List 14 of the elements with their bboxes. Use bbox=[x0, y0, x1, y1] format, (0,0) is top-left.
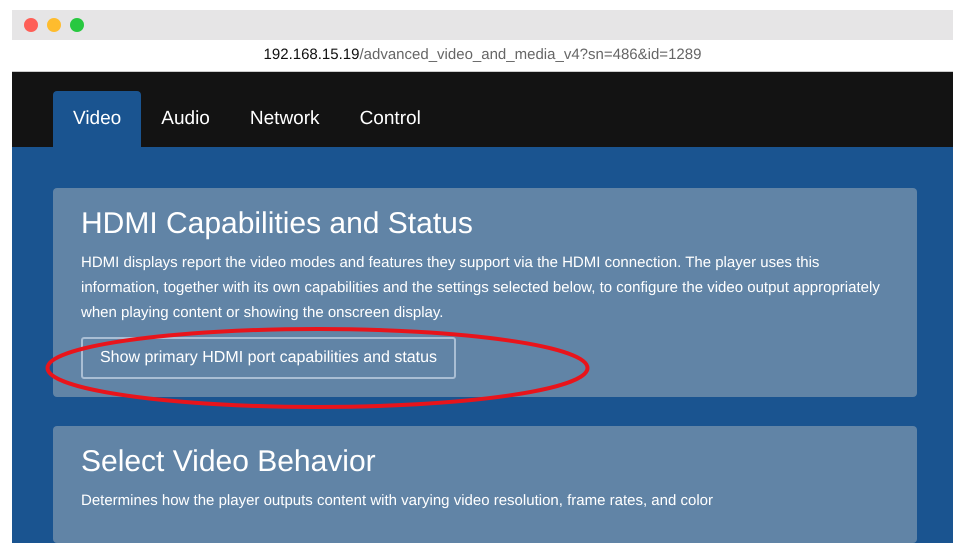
show-capabilities-button[interactable]: Show primary HDMI port capabilities and status bbox=[81, 337, 456, 379]
nav-tab[interactable]: Network bbox=[230, 91, 340, 147]
nav-tab[interactable]: Audio bbox=[141, 91, 230, 147]
section-description: Determines how the player outputs content with varying video resolution, frame rates, and color bbox=[81, 491, 714, 511]
nav-tab[interactable]: Control bbox=[340, 91, 441, 147]
section-description: HDMI displays report the video modes and features they support via the HDMI connection. The player uses this information, together with its own capabilities and the settings selected below, to configure the video output appropriately when playing content or showing the onscreen display. bbox=[81, 253, 881, 323]
section-title: Select Video Behavior bbox=[81, 444, 377, 480]
minimize-icon[interactable] bbox=[47, 18, 61, 32]
section-title: HDMI Capabilities and Status bbox=[81, 206, 474, 242]
address-host: 192.168.15.19 bbox=[264, 46, 360, 63]
close-icon[interactable] bbox=[24, 18, 38, 32]
zoom-icon[interactable] bbox=[70, 18, 84, 32]
nav-tab[interactable]: Video bbox=[53, 91, 142, 147]
address-path: /advanced_video_and_media_v4?sn=486&id=1289 bbox=[359, 46, 702, 63]
